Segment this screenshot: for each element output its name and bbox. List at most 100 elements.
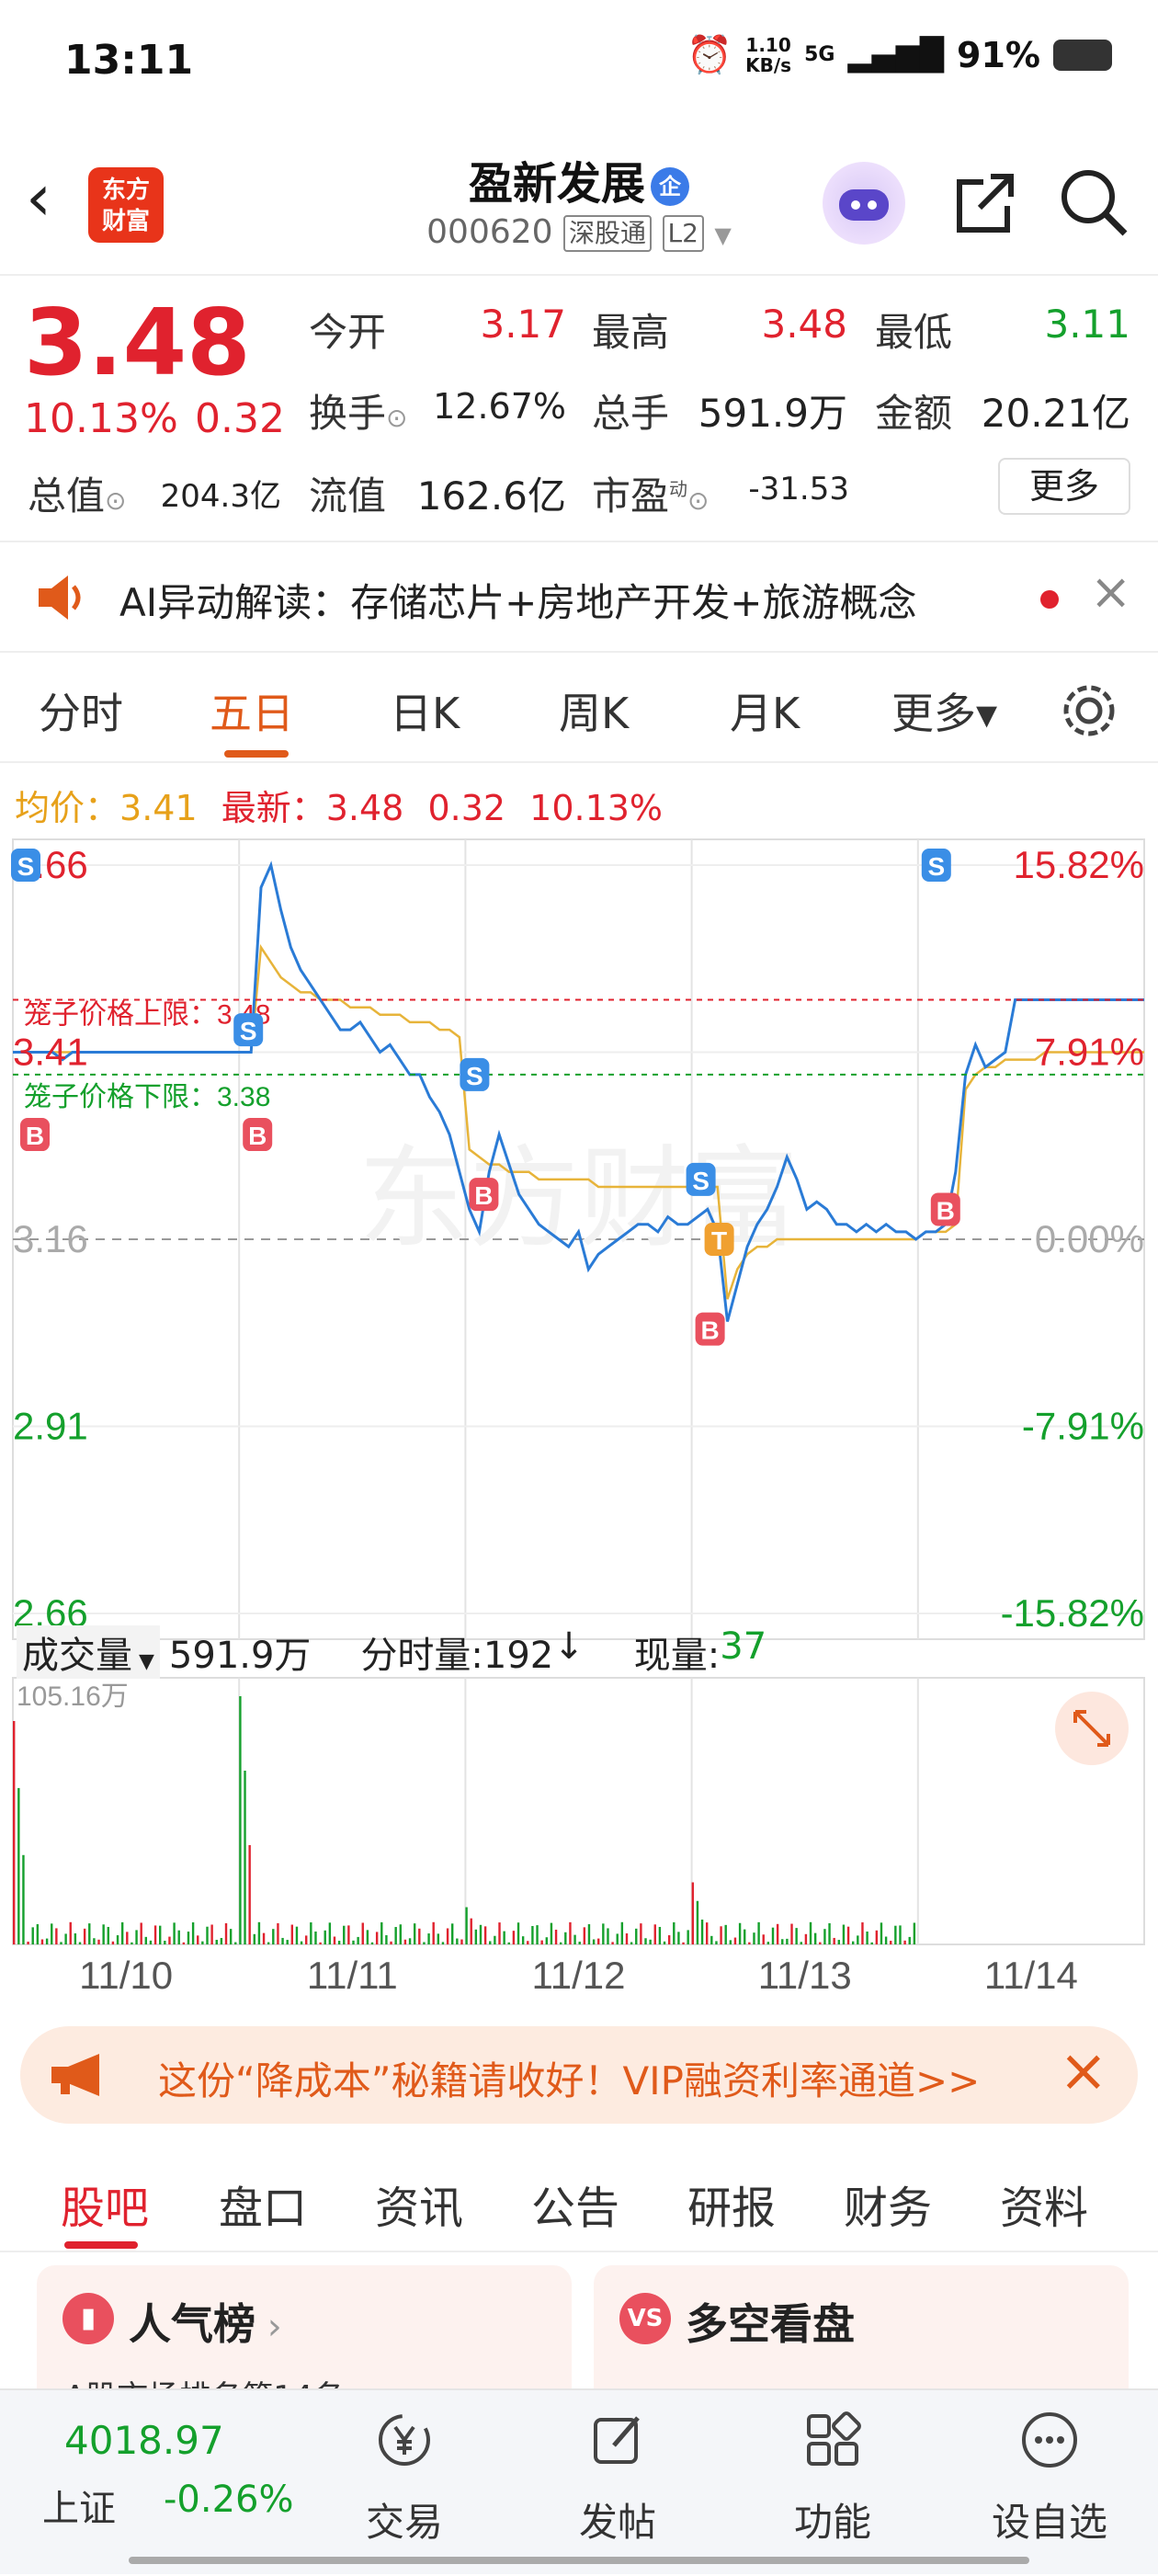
x-day-label: 11/13: [758, 1954, 852, 1997]
volume-bar: [441, 1942, 445, 1944]
volume-bar: [710, 1935, 713, 1944]
tab-news[interactable]: 资讯: [375, 2171, 463, 2236]
volume-bar: [78, 1942, 82, 1944]
unread-dot: [1040, 590, 1059, 609]
volume-bar: [465, 1907, 468, 1944]
tab-monthly-k[interactable]: 月K: [730, 680, 800, 741]
info-icon[interactable]: ⊙: [386, 403, 407, 433]
promo-banner[interactable]: 这份“降成本”秘籍请收好！VIP融资利率通道>> ×: [20, 2026, 1138, 2124]
search-icon[interactable]: [1057, 165, 1130, 239]
tab-five-day[interactable]: 五日: [210, 680, 294, 741]
promo-text: 这份“降成本”秘籍请收好！VIP融资利率通道>>: [158, 2058, 981, 2103]
volume-bar: [748, 1942, 751, 1944]
nav-functions[interactable]: 功能: [741, 2390, 925, 2576]
info-icon[interactable]: ⊙: [687, 485, 709, 516]
more-button[interactable]: 更多: [998, 458, 1130, 515]
volume-bar: [64, 1933, 67, 1944]
volume-select[interactable]: 成交量 ▼: [17, 1625, 160, 1679]
mktcap-label[interactable]: 总值⊙: [28, 465, 126, 521]
tab-profile[interactable]: 资料: [1000, 2171, 1088, 2236]
volume-bar: [413, 1923, 416, 1944]
volume-bar: [691, 1882, 694, 1944]
volume-bar: [310, 1922, 312, 1944]
volume-bar: [144, 1936, 148, 1944]
tab-research[interactable]: 研报: [687, 2171, 776, 2236]
tab-intraday[interactable]: 分时: [39, 680, 123, 741]
tab-forum[interactable]: 股吧: [61, 2171, 149, 2236]
index-value[interactable]: 4018.97: [64, 2418, 224, 2463]
volume-bar: [550, 1922, 553, 1944]
volume-bar: [677, 1932, 680, 1944]
info-icon[interactable]: ⊙: [105, 485, 126, 516]
tab-financials[interactable]: 财务: [844, 2171, 932, 2236]
volume-bar: [771, 1927, 775, 1944]
tick-volume: 分时量:192: [360, 1635, 554, 1677]
volume-bar: [729, 1940, 732, 1944]
marker-label: S: [17, 852, 35, 881]
volume-bar: [766, 1942, 770, 1944]
volume-bar: [564, 1932, 567, 1944]
close-icon[interactable]: ×: [1090, 563, 1131, 621]
volume-bar: [757, 1921, 760, 1944]
connect-tag: 深股通: [563, 215, 653, 252]
volume-bar: [554, 1929, 558, 1944]
cage-lower-label: 笼子价格下限：3.38: [24, 1082, 270, 1112]
share-icon[interactable]: [947, 165, 1020, 239]
home-indicator: [129, 2557, 1029, 2564]
volume-bar: [884, 1936, 888, 1944]
volume-bar: [423, 1942, 426, 1944]
volume-panel-border: [12, 1677, 1145, 1945]
volume-bar: [536, 1925, 539, 1944]
tab-announcements[interactable]: 公告: [531, 2171, 619, 2236]
volume-bar: [239, 1696, 242, 1944]
volume-bar: [187, 1932, 190, 1944]
tab-weekly-k[interactable]: 周K: [559, 680, 629, 741]
popularity-card[interactable]: ▮ 人气榜 › A股市场排名第14名: [37, 2265, 572, 2390]
ai-assistant-avatar[interactable]: [823, 162, 905, 245]
volume-bar: [135, 1930, 138, 1944]
dropdown-icon[interactable]: ▼: [714, 222, 731, 248]
turnover-label[interactable]: 换手⊙: [309, 382, 407, 439]
volume-bar: [705, 1922, 709, 1944]
volume-bar: [795, 1928, 798, 1944]
nav-post[interactable]: 发帖: [526, 2390, 710, 2576]
index-change[interactable]: -0.26%: [164, 2479, 294, 2521]
volume-bar: [408, 1938, 412, 1944]
down-arrow-icon: ↓: [553, 1625, 585, 1668]
volume-bar: [361, 1922, 364, 1944]
expand-icon[interactable]: [1055, 1692, 1129, 1765]
promo-close-icon[interactable]: ×: [1059, 2037, 1108, 2105]
pe-label[interactable]: 市盈动⊙: [592, 465, 709, 521]
volume-bar: [164, 1941, 166, 1944]
ai-banner[interactable]: AI异动解读：存储芯片+房地产开发+旅游概念 ×: [0, 542, 1158, 653]
tab-more[interactable]: 更多▾: [891, 680, 997, 741]
volume-bar: [343, 1925, 346, 1944]
volume-bar: [483, 1926, 487, 1944]
volume-bar: [300, 1941, 303, 1944]
stock-code: 000620: [426, 213, 553, 251]
tab-orderbook[interactable]: 盘口: [219, 2171, 307, 2236]
latest-label: 最新：: [221, 788, 326, 828]
settings-icon[interactable]: [1059, 680, 1119, 741]
nav-add-watchlist[interactable]: 设自选: [958, 2390, 1141, 2576]
volume-bar: [494, 1935, 496, 1944]
volume-bar: [262, 1932, 266, 1944]
volume-bar: [616, 1933, 619, 1944]
nav-trade[interactable]: 交易: [312, 2390, 496, 2576]
volume-bar: [399, 1924, 402, 1944]
volume-bar: [866, 1931, 868, 1944]
card-title: 多空看盘: [686, 2299, 855, 2349]
volume-bar: [673, 1921, 676, 1944]
five-day-chart[interactable]: 东方财富 笼子价格上限：3.48笼子价格下限：3.38 3.663.413.16…: [0, 832, 1158, 2027]
trade-marker-b: B: [695, 1312, 725, 1346]
battery-level: 91%: [957, 34, 1040, 75]
volume-bar: [290, 1924, 294, 1944]
volume-bar: [432, 1921, 435, 1944]
volume-bar: [620, 1921, 624, 1944]
long-short-card[interactable]: VS 多空看盘: [594, 2265, 1129, 2390]
volume-bar: [776, 1923, 779, 1944]
tab-daily-k[interactable]: 日K: [390, 680, 460, 741]
volume-bar: [890, 1941, 892, 1944]
speaker-icon: [39, 576, 81, 620]
index-name[interactable]: 上证: [42, 2479, 116, 2532]
